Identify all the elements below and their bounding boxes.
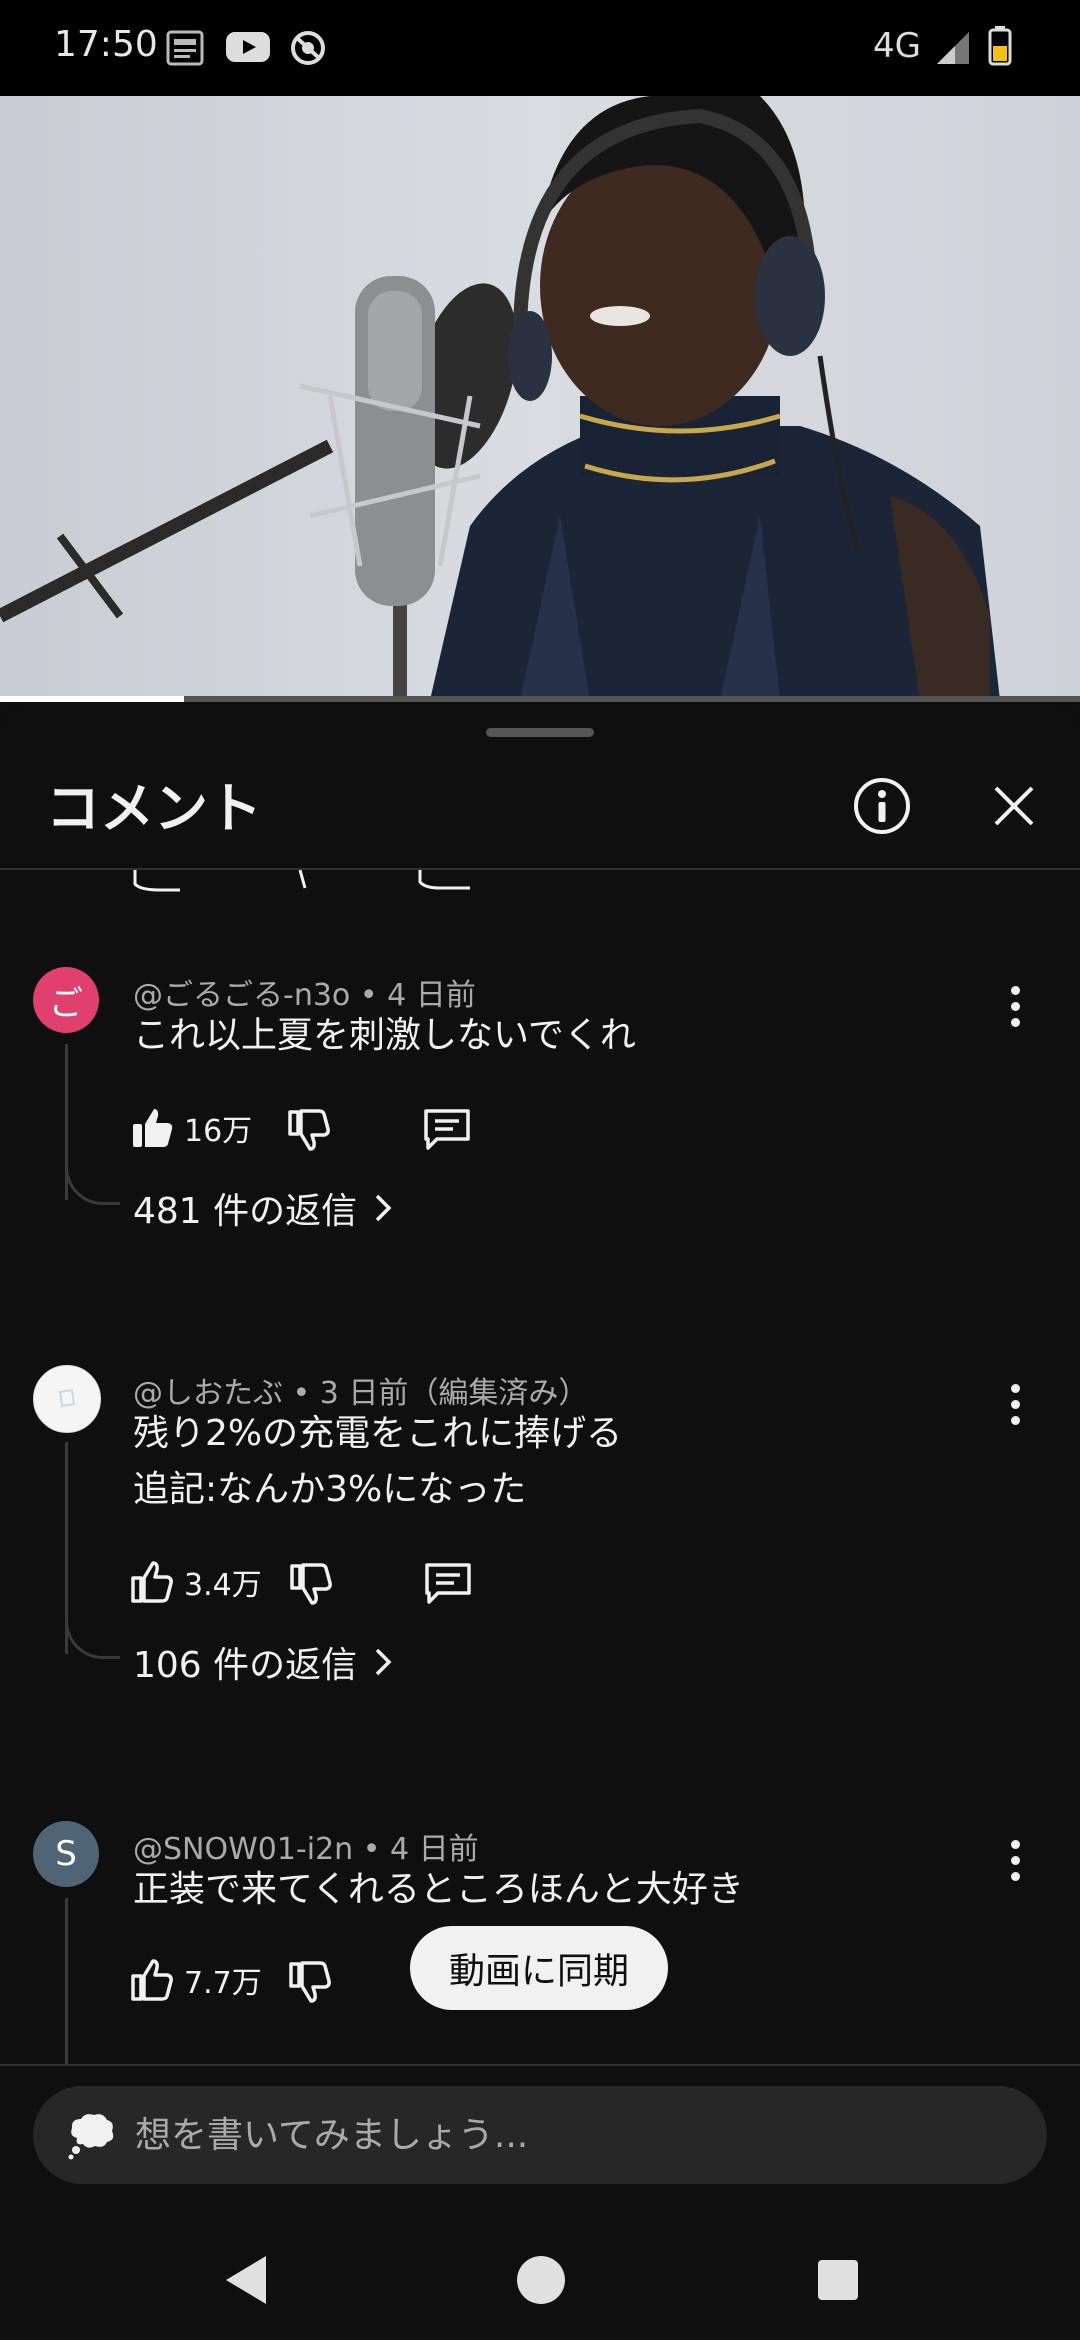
comment-input[interactable] [133,2113,937,2157]
sheet-title: コメント [46,777,262,840]
like-button[interactable]: 7.7万 [130,1958,262,2002]
home-circle-icon [517,2256,565,2304]
more-options-button[interactable] [1000,976,1030,1036]
reply-button[interactable] [423,1108,471,1152]
video-player[interactable] [0,96,1080,700]
like-button[interactable]: 16万 [130,1106,252,1150]
back-triangle-icon [226,2256,266,2304]
close-icon [994,786,1034,826]
thread-curve [65,1616,120,1659]
dislike-button[interactable] [288,1960,332,2004]
like-count: 16万 [184,1114,253,1149]
avatar[interactable]: ご [33,967,99,1033]
more-options-button[interactable] [1000,1830,1030,1890]
reply-icon [424,1109,470,1150]
avatar-image-icon [58,1388,76,1408]
comment-text: 残り2%の充電をこれに捧げる 追記:なんか3%になった [133,1406,622,1518]
drag-handle[interactable] [486,728,594,737]
more-options-button[interactable] [1000,1374,1030,1434]
view-replies-button[interactable]: 106 件の返信 [133,1636,397,1688]
home-button[interactable] [511,2250,571,2310]
dislike-button[interactable] [289,1562,333,1606]
video-progress-fill [0,696,184,702]
thumbs-up-icon [131,1561,173,1603]
comment-item: @しおたぶ • 3 日前（編集済み） 残り2%の充電をこれに捧げる 追記:なんか… [0,1362,1080,1742]
reply-button[interactable] [424,1562,472,1606]
thumbs-up-filled-icon [133,1109,173,1147]
comment-item: ご @ごるごる-n3o • 4 日前 これ以上夏を刺激しないでくれ 16万 48… [0,964,1080,1284]
avatar[interactable]: S [33,1821,99,1887]
network-type: 4G [873,26,921,66]
dislike-button[interactable] [287,1108,331,1152]
replies-count: 106 件の返信 [133,1645,358,1686]
reply-icon [425,1563,471,1604]
comment-text-line: これ以上夏を刺激しないでくれ [133,1015,636,1056]
signal-icon [935,30,971,70]
like-count: 7.7万 [184,1966,262,2001]
clipped-actions [0,870,1080,892]
youtube-icon [226,30,270,68]
thumbs-down-icon [290,1563,332,1605]
video-frame [0,96,1000,700]
thread-curve [65,1162,120,1205]
battery-icon [988,26,1012,70]
view-replies-button[interactable]: 481 件の返信 [133,1182,397,1234]
news-icon [166,30,204,70]
video-progress-bar[interactable] [0,696,1080,702]
thought-bubble-icon [68,2114,114,2160]
avatar-letter: S [55,1834,77,1874]
back-button[interactable] [216,2250,276,2310]
chevron-right-icon [375,1194,392,1222]
status-bar: 17:50 4G [0,0,1080,96]
like-count: 3.4万 [184,1568,262,1603]
thumbs-down-icon [288,1109,330,1151]
chevron-right-icon [375,1648,392,1676]
thread-line [65,1898,68,2066]
comment-input-area [0,2068,1080,2208]
comment-text-line: 正装で来てくれるところほんと大好き [133,1869,744,1910]
like-button[interactable]: 3.4万 [130,1560,262,1604]
input-divider [0,2064,1080,2066]
comment-input-box[interactable] [33,2086,1047,2184]
thumbs-up-icon [131,1959,173,2001]
thumbs-down-icon [289,1961,331,2003]
recents-button[interactable] [808,2250,868,2310]
avatar-letter: ご [49,983,83,1024]
dnd-icon [290,30,326,70]
comment-text-line: 追記:なんか3%になった [133,1469,527,1510]
replies-count: 481 件の返信 [133,1191,358,1232]
info-icon [854,778,910,834]
comment-text-line: 残り2%の充電をこれに捧げる [133,1413,623,1454]
comment-text: 正装で来てくれるところほんと大好き [133,1862,744,1918]
avatar[interactable] [33,1365,101,1433]
recents-square-icon [818,2260,858,2300]
info-button[interactable] [842,766,922,846]
close-button[interactable] [974,766,1054,846]
system-nav-bar [0,2208,1080,2340]
status-time: 17:50 [54,24,158,65]
sync-to-video-button[interactable]: 動画に同期 [410,1926,668,2010]
comment-text: これ以上夏を刺激しないでくれ [133,1008,636,1064]
